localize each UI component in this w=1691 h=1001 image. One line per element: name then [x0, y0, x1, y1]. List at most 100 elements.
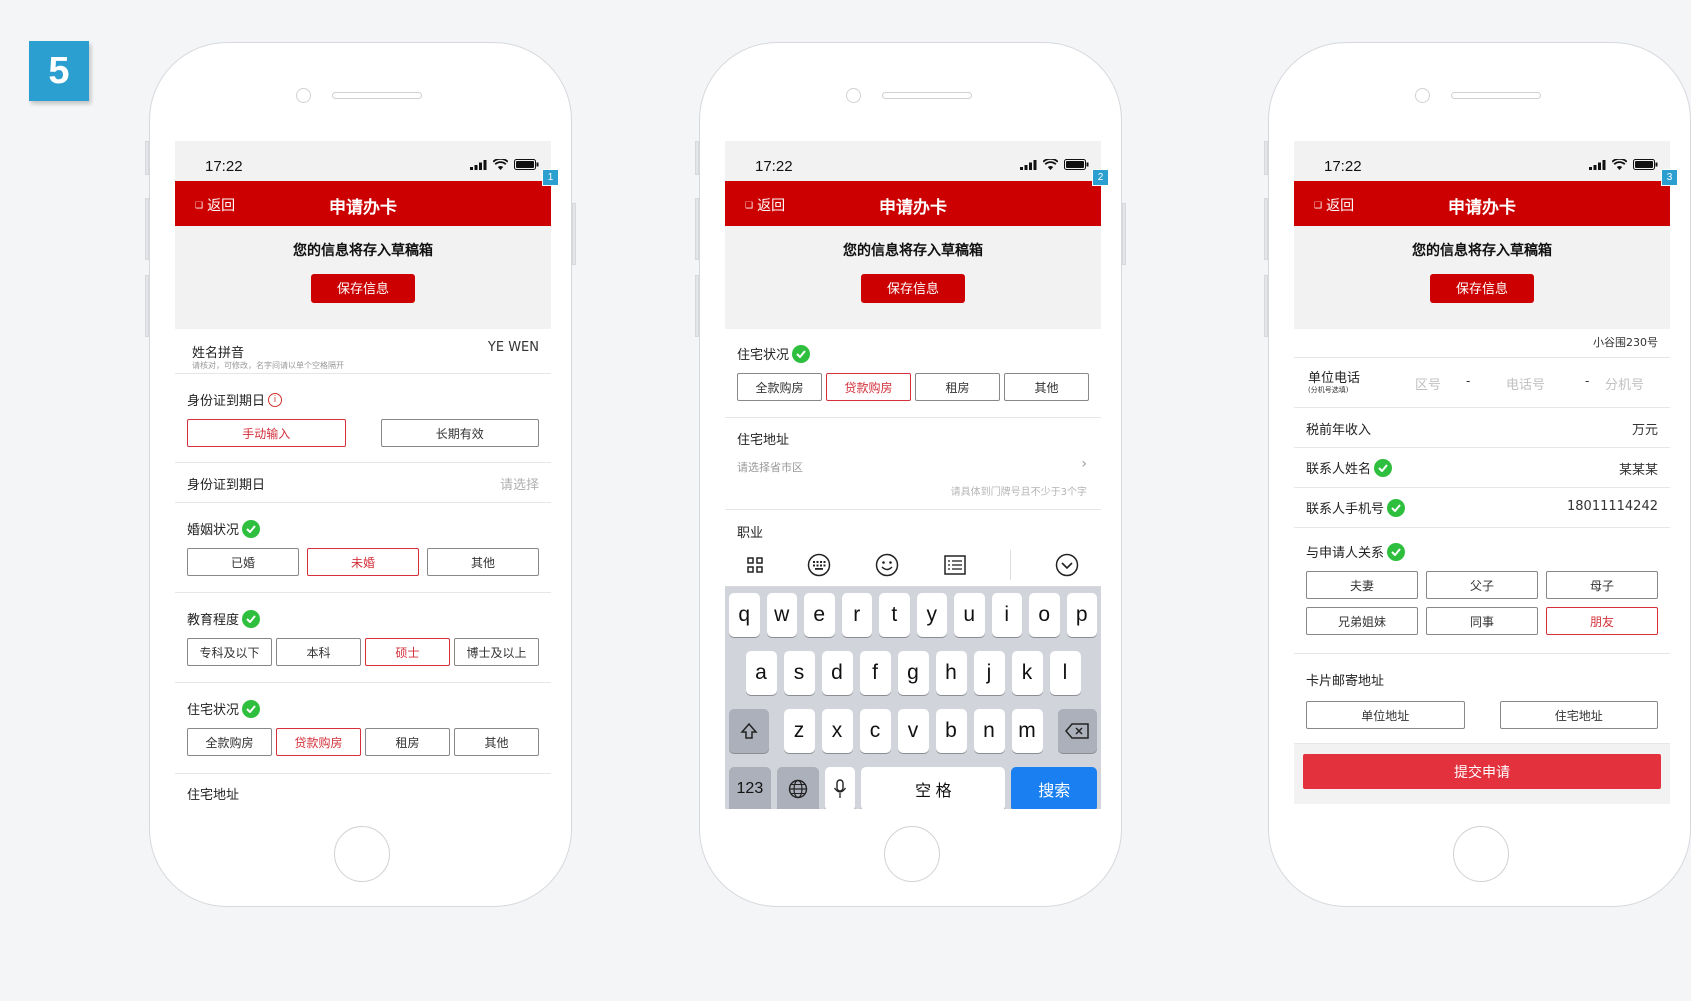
screen-tag-3: 3: [1661, 169, 1678, 186]
info-icon[interactable]: i: [268, 392, 283, 407]
option-spouse[interactable]: 夫妻: [1306, 571, 1418, 599]
chevron-right-icon[interactable]: ›: [1081, 456, 1087, 472]
key-s[interactable]: s: [783, 651, 815, 695]
contact-phone-row[interactable]: 联系人手机号 18011114242: [1294, 488, 1670, 528]
nav-bar: ❑ 返回 申请办卡: [1294, 181, 1670, 226]
clipboard-list-icon[interactable]: [943, 554, 966, 575]
key-c[interactable]: c: [859, 709, 891, 753]
region-picker[interactable]: 请选择省市区: [737, 459, 803, 475]
option-unmarried[interactable]: 未婚: [307, 548, 419, 576]
emoji-icon[interactable]: [875, 553, 899, 577]
occupation-row[interactable]: 职业: [725, 510, 1101, 543]
key-m[interactable]: m: [1011, 709, 1043, 753]
option-father-son[interactable]: 父子: [1426, 571, 1538, 599]
earpiece-speaker: [1451, 92, 1541, 99]
key-b[interactable]: b: [935, 709, 967, 753]
key-a[interactable]: a: [745, 651, 777, 695]
globe-key[interactable]: [776, 767, 819, 809]
id-expiry-options: 手动输入 长期有效: [187, 419, 539, 447]
option-other[interactable]: 其他: [1004, 373, 1089, 401]
option-siblings[interactable]: 兄弟姐妹: [1306, 607, 1418, 635]
apps-grid-icon[interactable]: [747, 556, 763, 573]
page-title: 申请办卡: [329, 198, 397, 217]
submit-button[interactable]: 提交申请: [1303, 754, 1661, 789]
check-icon: [1374, 458, 1393, 477]
key-h[interactable]: h: [935, 651, 967, 695]
wifi-icon: [1612, 159, 1627, 170]
backspace-key[interactable]: [1057, 709, 1097, 753]
education-label: 教育程度: [187, 613, 240, 628]
save-info-button[interactable]: 保存信息: [1430, 274, 1534, 303]
home-button[interactable]: [884, 826, 940, 882]
key-y[interactable]: y: [916, 593, 947, 637]
key-r[interactable]: r: [841, 593, 872, 637]
option-colleague[interactable]: 同事: [1426, 607, 1538, 635]
option-full-purchase[interactable]: 全款购房: [737, 373, 822, 401]
option-other[interactable]: 其他: [427, 548, 539, 576]
key-e[interactable]: e: [804, 593, 835, 637]
key-q[interactable]: q: [729, 593, 760, 637]
contact-name-value[interactable]: 某某某: [1619, 459, 1658, 478]
contact-phone-value[interactable]: 18011114242: [1567, 499, 1658, 514]
option-loan-purchase[interactable]: 贷款购房: [276, 728, 361, 756]
area-code-input[interactable]: 区号: [1415, 374, 1441, 393]
key-w[interactable]: w: [766, 593, 797, 637]
option-rent[interactable]: 租房: [915, 373, 1000, 401]
key-z[interactable]: z: [783, 709, 815, 753]
income-label: 税前年收入: [1306, 423, 1372, 438]
key-d[interactable]: d: [821, 651, 853, 695]
key-u[interactable]: u: [954, 593, 985, 637]
id-expiry-date-row[interactable]: 身份证到期日 请选择: [175, 463, 551, 503]
key-j[interactable]: j: [973, 651, 1005, 695]
option-work-address[interactable]: 单位地址: [1306, 701, 1465, 729]
shift-key[interactable]: [729, 709, 769, 753]
numbers-key[interactable]: 123: [729, 767, 771, 809]
collapse-keyboard-icon[interactable]: [1055, 553, 1079, 577]
option-friend[interactable]: 朋友: [1546, 607, 1658, 635]
nav-bar: ❑ 返回 申请办卡: [725, 181, 1101, 226]
key-o[interactable]: o: [1029, 593, 1060, 637]
save-info-button[interactable]: 保存信息: [311, 274, 415, 303]
option-master[interactable]: 硕士: [365, 638, 450, 666]
option-rent[interactable]: 租房: [365, 728, 450, 756]
address-row[interactable]: 住宅地址: [175, 774, 551, 809]
key-p[interactable]: p: [1066, 593, 1097, 637]
key-k[interactable]: k: [1011, 651, 1043, 695]
draft-banner: 您的信息将存入草稿箱 保存信息: [725, 226, 1101, 329]
key-v[interactable]: v: [897, 709, 929, 753]
option-full-purchase[interactable]: 全款购房: [187, 728, 272, 756]
option-doctor[interactable]: 博士及以上: [454, 638, 539, 666]
name-pinyin-value[interactable]: YE WEN: [488, 340, 539, 355]
key-n[interactable]: n: [973, 709, 1005, 753]
option-mother-son[interactable]: 母子: [1546, 571, 1658, 599]
key-f[interactable]: f: [859, 651, 891, 695]
income-row[interactable]: 税前年收入 万元: [1294, 408, 1670, 448]
option-manual-input[interactable]: 手动输入: [187, 419, 346, 447]
home-button[interactable]: [1453, 826, 1509, 882]
option-loan-purchase[interactable]: 贷款购房: [826, 373, 911, 401]
mic-key[interactable]: [824, 767, 856, 809]
front-camera: [846, 88, 861, 103]
option-other[interactable]: 其他: [454, 728, 539, 756]
home-button[interactable]: [334, 826, 390, 882]
option-home-address[interactable]: 住宅地址: [1499, 701, 1658, 729]
key-l[interactable]: l: [1049, 651, 1081, 695]
address-detail-input[interactable]: 请具体到门牌号且不少于3个字: [951, 483, 1087, 498]
save-info-button[interactable]: 保存信息: [861, 274, 965, 303]
phone-number-input[interactable]: 电话号: [1506, 374, 1545, 393]
extension-input[interactable]: 分机号: [1605, 374, 1644, 393]
keyboard-icon[interactable]: [807, 553, 831, 577]
key-x[interactable]: x: [821, 709, 853, 753]
option-married[interactable]: 已婚: [187, 548, 299, 576]
space-key[interactable]: 空 格: [861, 767, 1006, 809]
contact-name-row[interactable]: 联系人姓名 某某某: [1294, 448, 1670, 488]
key-g[interactable]: g: [897, 651, 929, 695]
key-t[interactable]: t: [879, 593, 910, 637]
option-associate[interactable]: 专科及以下: [187, 638, 272, 666]
option-bachelor[interactable]: 本科: [276, 638, 361, 666]
search-key[interactable]: 搜索: [1011, 767, 1097, 809]
id-expiry-date-picker[interactable]: 请选择: [500, 474, 539, 493]
option-long-term[interactable]: 长期有效: [380, 419, 539, 447]
name-pinyin-row[interactable]: 姓名拼音 请核对，可修改，名字间请以单个空格隔开 YE WEN: [175, 329, 551, 374]
key-i[interactable]: i: [991, 593, 1022, 637]
